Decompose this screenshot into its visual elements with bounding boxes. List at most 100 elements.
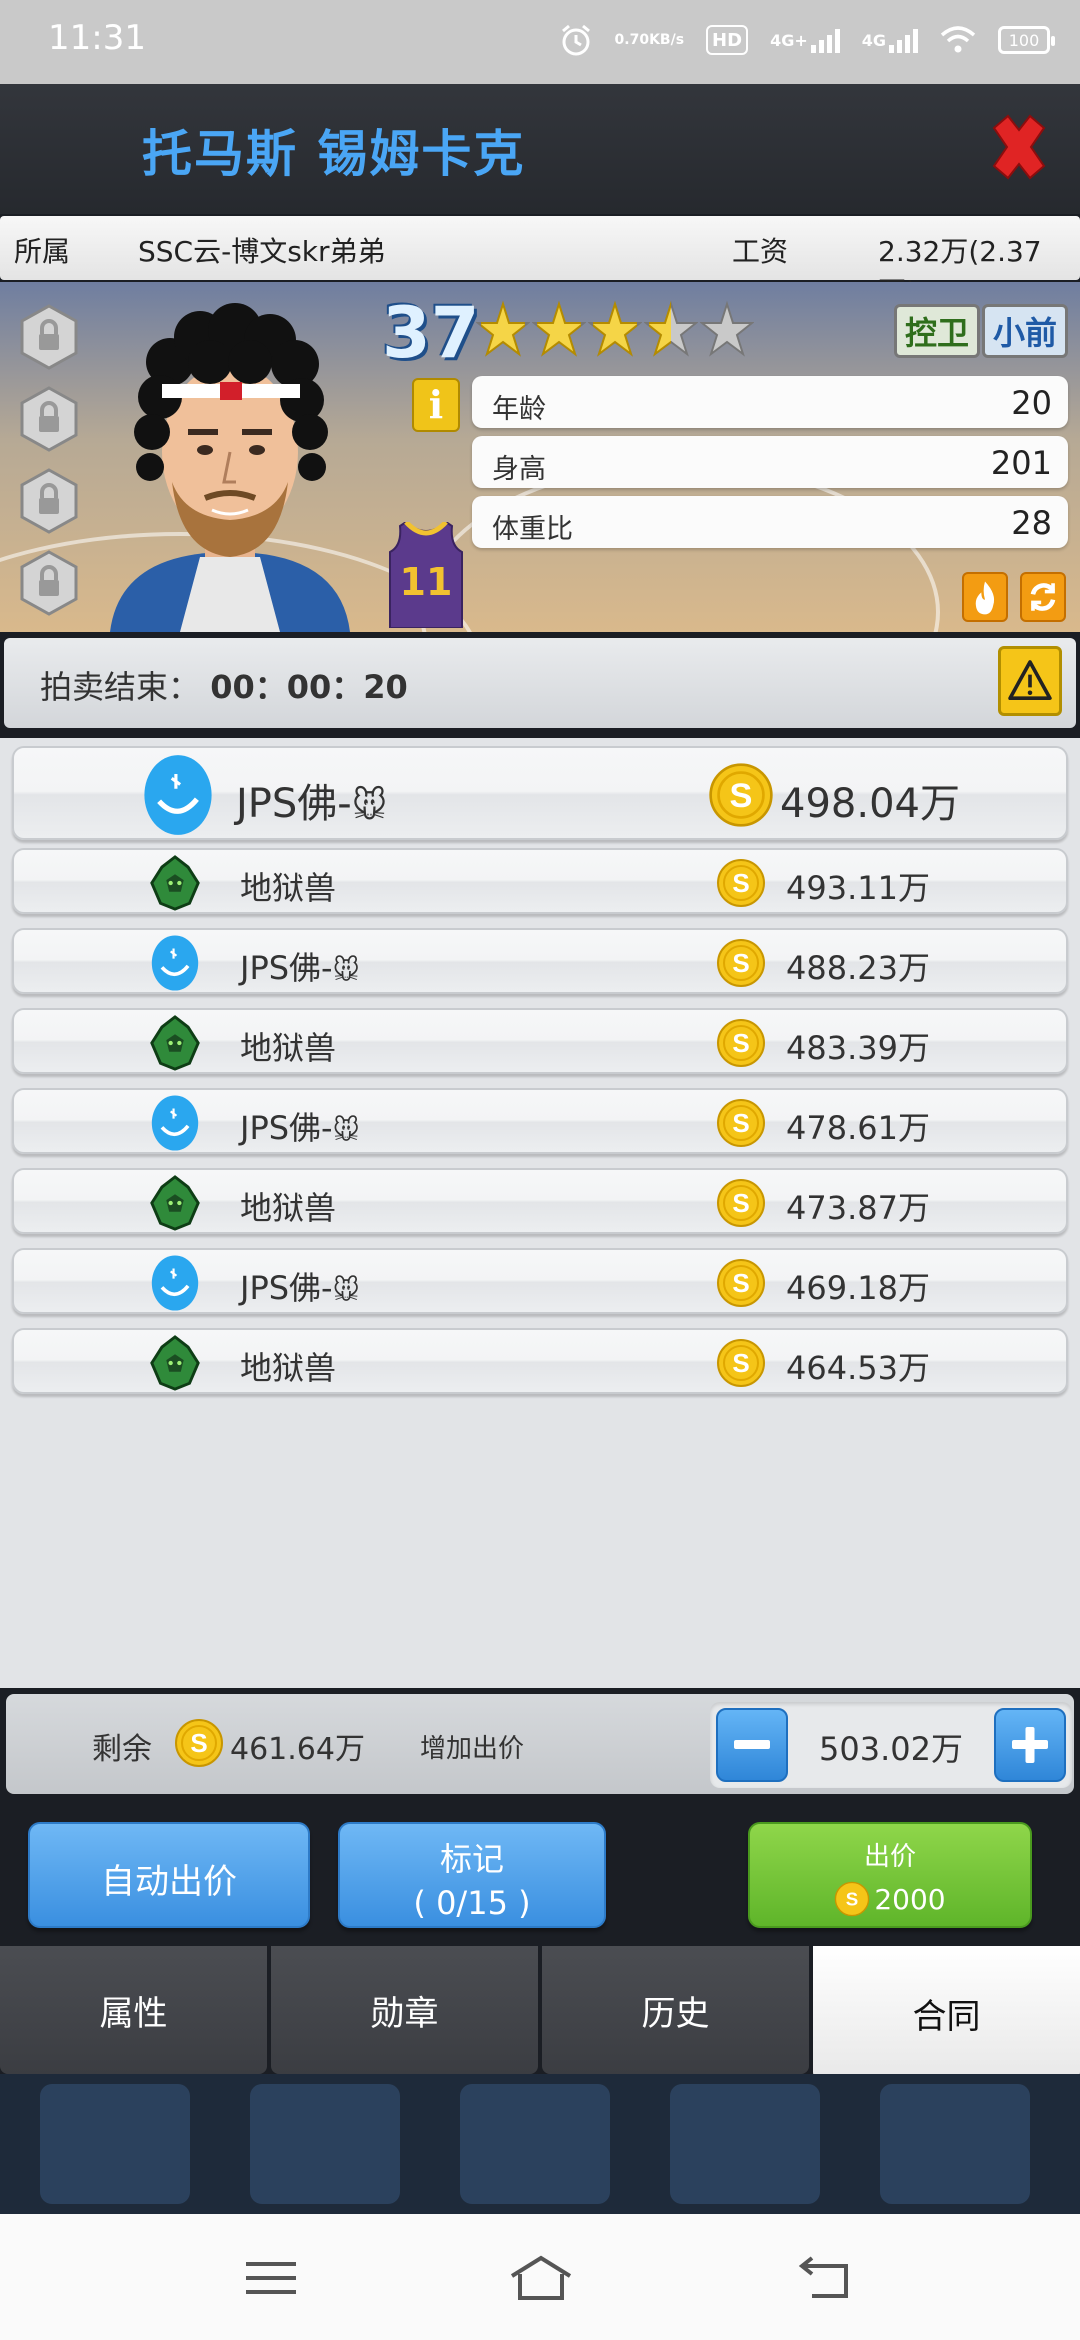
bidder-name: JPS佛-🐭 [240,1263,360,1309]
bidder-name-text: 地狱兽 [240,1349,337,1387]
tab-3[interactable]: 历史 [542,1946,809,2074]
battery-level: 100 [1008,30,1040,50]
bid-cost: S 2000 [750,1881,1030,1917]
svg-text:S: S [732,1028,749,1058]
star-icon [532,300,586,357]
wifi-icon [940,26,976,53]
home-icon[interactable] [506,2252,576,2304]
bidder-name: JPS佛-🐭 [236,771,387,829]
attr-value: 201 [990,444,1052,482]
system-nav-bar [0,2214,1080,2340]
tab-4[interactable]: 合同 [813,1946,1080,2080]
coin-icon: S [717,1019,765,1067]
svg-text:S: S [732,1108,749,1138]
position-tag-forward[interactable]: 小前 [982,304,1069,358]
place-bid-button[interactable]: 出价 S 2000 [748,1822,1032,1928]
bid-stepper: 503.02万 [710,1702,1072,1788]
hd-icon: HD [706,25,749,55]
bidder-name-text: JPS佛- [240,1269,333,1307]
detail-tabs: 属性 勋章 历史 合同 [0,1946,1080,2080]
bidder-emoji: 🐭 [351,786,388,826]
bid-row[interactable]: JPS佛-🐭 S 469.18万 [12,1248,1068,1314]
bidder-name: 地狱兽 [240,863,336,909]
lock-icon[interactable] [20,386,78,452]
attr-label: 身高 [492,454,546,485]
star-icon [700,300,754,357]
bid-row[interactable]: 地狱兽 S 483.39万 [12,1008,1068,1074]
place-bid-label: 出价 [863,1842,916,1872]
team-name: SSC云-博文skr弟弟 [138,235,386,268]
coin-icon: S [717,1339,765,1387]
svg-text:S: S [732,1268,749,1298]
net1-label: 4G+ [770,30,808,50]
star-rating [476,296,754,366]
minus-icon [734,1740,770,1749]
bidder-emoji: 🐭 [332,1276,360,1306]
bid-row[interactable]: JPS佛-🐭 S 488.23万 [12,928,1068,994]
beast-avatar-icon [150,855,200,911]
jersey-number: 11 [399,560,453,604]
auto-bid-label: 自动出价 [101,1862,237,1902]
refresh-icon[interactable] [1020,572,1066,622]
bidder-name: 地狱兽 [240,1343,336,1389]
star-icon [644,300,698,357]
bid-row[interactable]: JPS佛-🐭 S 498.04万 [12,746,1068,840]
increase-bid-label: 增加出价 [420,1734,525,1764]
svg-text:S: S [190,1728,207,1758]
svg-text:S: S [732,1188,749,1218]
net2-label: 4G [861,30,886,50]
beast-avatar-icon [150,1335,200,1391]
position-tag-guard[interactable]: 控卫 [894,304,981,358]
bidder-name-text: 地狱兽 [240,869,337,907]
svg-text:S: S [846,1888,859,1909]
svg-text:S: S [732,948,749,978]
attr-label: 年龄 [492,394,546,425]
remaining-balance-bar: 剩余 S 461.64万 增加出价 503.02万 [6,1694,1074,1794]
close-icon[interactable] [986,114,1052,180]
auto-bid-button[interactable]: 自动出价 [28,1822,310,1928]
bid-row[interactable]: 地狱兽 S 493.11万 [12,848,1068,914]
info-icon[interactable]: i [412,378,460,432]
decrease-bid-button[interactable] [716,1708,788,1782]
tab-1[interactable]: 属性 [0,1946,267,2074]
lock-icon[interactable] [20,468,78,534]
increase-bid-button[interactable] [994,1708,1066,1782]
fire-icon[interactable] [962,572,1008,622]
beast-avatar-icon [150,1175,200,1231]
bid-row[interactable]: 地狱兽 S 464.53万 [12,1328,1068,1394]
bid-list[interactable]: JPS佛-🐭 S 498.04万 地狱兽 S 493.11万 JPS佛-🐭 S … [0,738,1080,1688]
bid-row[interactable]: 地狱兽 S 473.87万 [12,1168,1068,1234]
attr-label: 体重比 [492,514,573,545]
moon-avatar-icon [151,1095,199,1151]
back-icon[interactable] [790,2252,860,2304]
salary-label: 工资 [732,235,789,268]
menu-icon[interactable] [236,2252,306,2304]
lock-icon[interactable] [20,550,78,616]
warning-icon[interactable] [998,646,1062,716]
bid-row[interactable]: JPS佛-🐭 S 478.61万 [12,1088,1068,1154]
mark-button[interactable]: 标记 ( 0/15 ) [338,1822,606,1928]
plus-icon [1012,1727,1048,1763]
svg-text:S: S [732,1348,749,1378]
bidder-name-text: JPS佛- [240,1109,333,1147]
attr-row-weight-ratio: 体重比 28 [472,496,1068,548]
bid-amount-value[interactable]: 503.02万 [794,1724,988,1770]
coin-icon: S [709,763,773,827]
team-label: 所属 [14,235,71,268]
team-salary-strip: 所属 SSC云-博文skr弟弟 工资 2.32万(2.37万) [0,216,1080,308]
auction-countdown: 00：00：20 [210,668,408,706]
signal-4g-icon: 4G [862,20,918,60]
player-header: 托马斯 锡姆卡克 [0,84,1080,214]
bid-amount: 478.61万 [786,1109,930,1147]
attr-row-height: 身高 201 [472,436,1068,488]
lock-icon[interactable] [20,304,78,370]
moon-avatar-icon [151,935,199,991]
tab-2[interactable]: 勋章 [271,1946,538,2074]
attr-row-age: 年龄 20 [472,376,1068,428]
moon-avatar-icon [144,755,212,835]
bid-amount: 469.18万 [786,1269,930,1307]
status-icons: 0.70 KB/s HD 4G+ 4G 100 [559,20,1055,60]
player-card: 37 控卫 小前 i 年龄 20 身高 201 体重比 28 11 [0,282,1080,632]
svg-text:S: S [732,868,749,898]
bidder-emoji: 🐭 [332,956,360,986]
